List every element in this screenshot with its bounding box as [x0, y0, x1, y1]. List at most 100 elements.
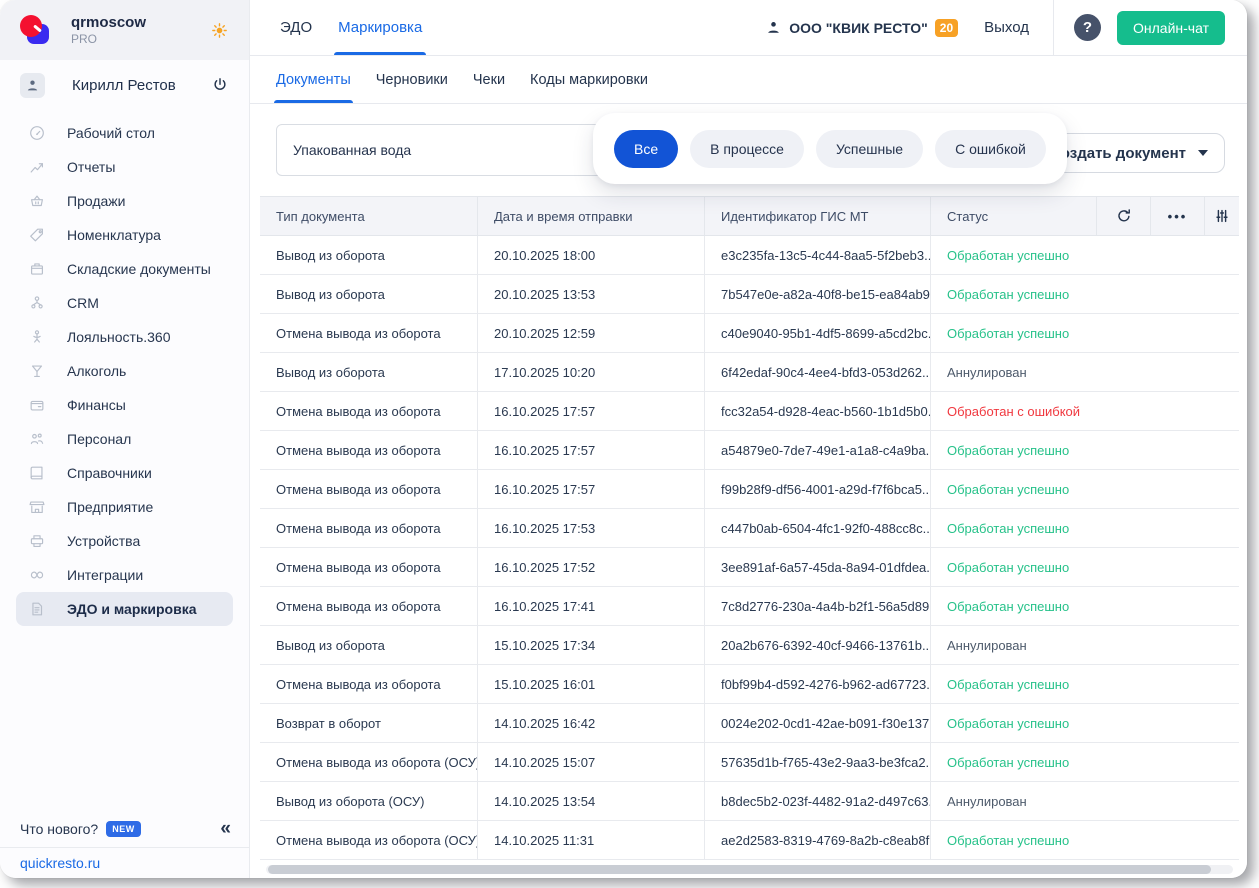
table-row[interactable]: Вывод из оборота20.10.2025 13:537b547e0e…: [260, 275, 1239, 314]
company-selector[interactable]: ООО "КВИК РЕСТО" 20: [765, 19, 958, 37]
staff-icon: [28, 430, 46, 448]
cell-sent-datetime: 16.10.2025 17:41: [477, 587, 704, 625]
sidebar-item-enterprise[interactable]: Предприятие: [16, 490, 233, 524]
alcohol-icon: [28, 362, 46, 380]
online-chat-button[interactable]: Онлайн-чат: [1117, 11, 1225, 45]
cell-status: Обработан успешно: [930, 587, 1096, 625]
cell-document-type: Отмена вывода из оборота: [260, 665, 477, 703]
cell-document-type: Вывод из оборота: [260, 626, 477, 664]
sidebar-item-label: Финансы: [67, 397, 126, 413]
refresh-icon[interactable]: [1096, 197, 1150, 235]
cell-document-type: Отмена вывода из оборота: [260, 587, 477, 625]
table-row[interactable]: Отмена вывода из оборота16.10.2025 17:53…: [260, 509, 1239, 548]
cell-spacer: [1096, 392, 1239, 430]
cell-gis-id: fcc32a54-d928-4eac-b560-1b1d5b0...: [704, 392, 930, 430]
table-row[interactable]: Отмена вывода из оборота16.10.2025 17:57…: [260, 470, 1239, 509]
sidebar-item-alcohol[interactable]: Алкоголь: [16, 354, 233, 388]
status-chip-0[interactable]: Все: [614, 130, 678, 168]
table-body: Вывод из оборота20.10.2025 18:00e3c235fa…: [260, 236, 1239, 860]
sidebar-item-loyalty[interactable]: Лояльность.360: [16, 320, 233, 354]
cell-sent-datetime: 16.10.2025 17:57: [477, 392, 704, 430]
subtab-3[interactable]: Коды маркировки: [530, 56, 648, 103]
sidebar-item-edo[interactable]: ЭДО и маркировка: [16, 592, 233, 626]
cell-document-type: Вывод из оборота: [260, 275, 477, 313]
cell-gis-id: a54879e0-7de7-49e1-a1a8-c4a9ba...: [704, 431, 930, 469]
sidebar-item-devices[interactable]: Устройства: [16, 524, 233, 558]
user-row[interactable]: Кирилл Рестов: [0, 62, 249, 108]
app-window: qrmoscow PRO Кирилл Рестов: [0, 0, 1247, 878]
help-button[interactable]: ?: [1074, 14, 1101, 41]
table-row[interactable]: Отмена вывода из оборота (ОСУ)14.10.2025…: [260, 743, 1239, 782]
more-icon[interactable]: •••: [1150, 197, 1204, 235]
column-settings-icon[interactable]: [1204, 197, 1239, 235]
table-row[interactable]: Отмена вывода из оборота16.10.2025 17:57…: [260, 431, 1239, 470]
table-row[interactable]: Отмена вывода из оборота15.10.2025 16:01…: [260, 665, 1239, 704]
filterbar: ВсеВ процессеУспешныеС ошибкой Создать д…: [250, 104, 1247, 196]
collapse-sidebar-icon[interactable]: «: [220, 819, 231, 838]
sidebar-item-crm[interactable]: CRM: [16, 286, 233, 320]
horizontal-scrollbar-thumb[interactable]: [268, 865, 1211, 874]
cell-document-type: Вывод из оборота (ОСУ): [260, 782, 477, 820]
sidebar-item-directories[interactable]: Справочники: [16, 456, 233, 490]
cell-sent-datetime: 14.10.2025 16:42: [477, 704, 704, 742]
subtab-2[interactable]: Чеки: [473, 56, 505, 103]
warehouse-icon: [28, 260, 46, 278]
status-chip-3[interactable]: С ошибкой: [935, 130, 1046, 168]
cell-spacer: [1096, 743, 1239, 781]
table-row[interactable]: Вывод из оборота15.10.2025 17:3420a2b676…: [260, 626, 1239, 665]
table-row[interactable]: Отмена вывода из оборота20.10.2025 12:59…: [260, 314, 1239, 353]
cell-status: Обработан с ошибкой: [930, 392, 1096, 430]
cell-document-type: Отмена вывода из оборота: [260, 431, 477, 469]
table-row[interactable]: Возврат в оборот14.10.2025 16:420024e202…: [260, 704, 1239, 743]
subtab-0[interactable]: Документы: [276, 56, 351, 103]
cell-gis-id: c40e9040-95b1-4df5-8699-a5cd2bc...: [704, 314, 930, 352]
theme-brightness-icon[interactable]: [210, 21, 229, 40]
site-link[interactable]: quickresto.ru: [20, 855, 100, 871]
sidebar-item-label: Интеграции: [67, 567, 143, 583]
brand-header: qrmoscow PRO: [0, 0, 249, 60]
sidebar-item-reports[interactable]: Отчеты: [16, 150, 233, 184]
loyalty-icon: [28, 328, 46, 346]
reports-icon: [28, 158, 46, 176]
cell-status: Аннулирован: [930, 626, 1096, 664]
brand-plan: PRO: [71, 32, 210, 46]
sidebar-item-nomenclature[interactable]: Номенклатура: [16, 218, 233, 252]
cell-spacer: [1096, 665, 1239, 703]
subtab-1[interactable]: Черновики: [376, 56, 448, 103]
cell-spacer: [1096, 587, 1239, 625]
top-tab-эдо[interactable]: ЭДО: [280, 0, 312, 55]
sidebar-item-sales[interactable]: Продажи: [16, 184, 233, 218]
sidebar-item-staff[interactable]: Персонал: [16, 422, 233, 456]
column-header-type: Тип документа: [260, 197, 477, 235]
sidebar-item-dashboard[interactable]: Рабочий стол: [16, 116, 233, 150]
cell-spacer: [1096, 626, 1239, 664]
sidebar-item-label: Лояльность.360: [67, 329, 171, 345]
status-chip-2[interactable]: Успешные: [816, 130, 923, 168]
table-row[interactable]: Вывод из оборота (ОСУ)14.10.2025 13:54b8…: [260, 782, 1239, 821]
topbar: ЭДОМаркировка ООО "КВИК РЕСТО" 20 Выход …: [250, 0, 1247, 56]
table-row[interactable]: Отмена вывода из оборота16.10.2025 17:57…: [260, 392, 1239, 431]
cell-spacer: [1096, 782, 1239, 820]
cell-status: Аннулирован: [930, 782, 1096, 820]
cell-gis-id: 6f42edaf-90c4-4ee4-bfd3-053d262...: [704, 353, 930, 391]
crm-icon: [28, 294, 46, 312]
cell-document-type: Отмена вывода из оборота: [260, 314, 477, 352]
finance-icon: [28, 396, 46, 414]
devices-icon: [28, 532, 46, 550]
new-badge: NEW: [106, 821, 141, 837]
status-chip-1[interactable]: В процессе: [690, 130, 804, 168]
table-row[interactable]: Вывод из оборота20.10.2025 18:00e3c235fa…: [260, 236, 1239, 275]
sidebar-item-warehouse-docs[interactable]: Складские документы: [16, 252, 233, 286]
table-row[interactable]: Отмена вывода из оборота (ОСУ)14.10.2025…: [260, 821, 1239, 860]
sidebar-item-integrations[interactable]: Интеграции: [16, 558, 233, 592]
top-tab-маркировка[interactable]: Маркировка: [338, 0, 422, 55]
power-icon[interactable]: [211, 76, 229, 94]
whats-new-link[interactable]: Что нового?: [20, 821, 98, 837]
table-row[interactable]: Вывод из оборота17.10.2025 10:206f42edaf…: [260, 353, 1239, 392]
sidebar-item-finance[interactable]: Финансы: [16, 388, 233, 422]
nomenclature-icon: [28, 226, 46, 244]
sidebar-bottom: Что нового? NEW « quickresto.ru: [0, 810, 249, 878]
logout-link[interactable]: Выход: [984, 19, 1029, 36]
table-row[interactable]: Отмена вывода из оборота16.10.2025 17:41…: [260, 587, 1239, 626]
table-row[interactable]: Отмена вывода из оборота16.10.2025 17:52…: [260, 548, 1239, 587]
